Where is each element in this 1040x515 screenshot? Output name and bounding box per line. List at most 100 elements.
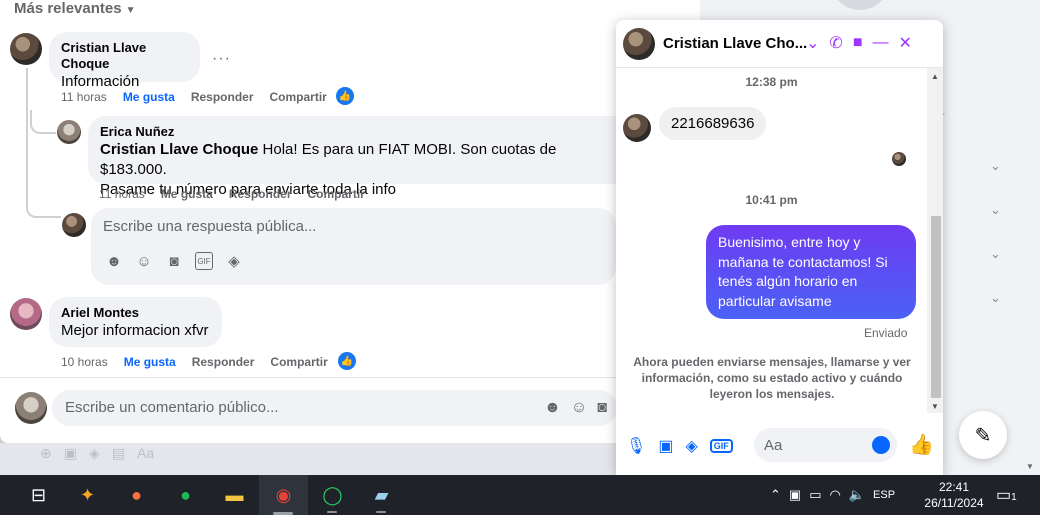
- battery-icon[interactable]: ▭: [809, 487, 821, 503]
- notes-app-icon[interactable]: ▰: [357, 475, 406, 515]
- thread-line: [30, 110, 56, 134]
- file-explorer-icon[interactable]: ▬: [210, 475, 259, 515]
- chevron-down-icon[interactable]: ⌄: [990, 202, 1004, 217]
- plus-icon: ⊕: [40, 445, 52, 461]
- message-timestamp: 10:41 pm: [745, 193, 798, 207]
- new-message-button[interactable]: ✎: [959, 411, 1007, 459]
- reply-reply-button[interactable]: Responder: [229, 187, 292, 201]
- chevron-down-icon[interactable]: ⌄: [990, 246, 1004, 261]
- chat-header: Cristian Llave Cho... ⌄ ✆ ■ — ✕: [616, 20, 943, 68]
- copilot-icon[interactable]: ✦: [63, 475, 112, 515]
- chat-composer: 🎙 ▣ ◈ GIF Aa 👍: [616, 418, 943, 475]
- reply-button[interactable]: Responder: [192, 355, 255, 369]
- reply-share-button[interactable]: Compartir: [308, 187, 365, 201]
- notification-icon: ▭: [996, 487, 1012, 504]
- like-button[interactable]: Me gusta: [123, 90, 175, 104]
- chat-window: Cristian Llave Cho... ⌄ ✆ ■ — ✕ 12:38 pm…: [616, 20, 943, 475]
- incoming-message[interactable]: 2216689636: [659, 107, 767, 140]
- scroll-down-arrow[interactable]: ▼: [1026, 462, 1034, 471]
- spotify-icon[interactable]: ●: [161, 475, 210, 515]
- share-button[interactable]: Compartir: [270, 90, 327, 104]
- gif-icon[interactable]: GIF: [195, 252, 213, 270]
- notification-count: 1: [1011, 492, 1017, 503]
- camera-icon[interactable]: ◙: [165, 252, 183, 270]
- chat-input-placeholder: Aa: [764, 437, 783, 454]
- sticker-icon[interactable]: ◈: [685, 436, 697, 456]
- video-icon[interactable]: ■: [853, 34, 863, 52]
- chat-scrollbar[interactable]: ▲ ▼: [927, 68, 943, 413]
- clock[interactable]: 22:41 26/11/2024: [922, 479, 986, 511]
- comment-author[interactable]: Ariel Montes: [61, 305, 210, 321]
- reply-input[interactable]: Escribe una respuesta pública... ☻ ☺ ◙ G…: [91, 208, 616, 285]
- scroll-down-arrow[interactable]: ▼: [931, 402, 939, 411]
- clock-time: 22:41: [938, 480, 970, 494]
- background-input-placeholder: Aa: [136, 445, 155, 461]
- message-status: Enviado: [864, 326, 908, 340]
- avatar[interactable]: [10, 298, 42, 330]
- divider: [0, 377, 616, 378]
- chevron-up-icon[interactable]: ⌃: [770, 487, 781, 503]
- task-view-icon[interactable]: ⊟: [14, 475, 63, 515]
- reply-like-button[interactable]: Me gusta: [161, 187, 213, 201]
- comment-bubble: Cristian Llave Choque Información: [49, 32, 200, 90]
- reply-mention[interactable]: Cristian Llave Choque: [100, 141, 258, 158]
- like-reaction-icon[interactable]: 👍: [338, 352, 356, 370]
- message-timestamp: 12:38 pm: [745, 75, 798, 89]
- close-icon[interactable]: ✕: [898, 33, 911, 53]
- avatar: [62, 213, 86, 237]
- comment-author[interactable]: Cristian Llave Choque: [61, 40, 188, 72]
- reply-author[interactable]: Erica Nuñez: [100, 124, 606, 140]
- emoji-icon[interactable]: ☺: [135, 252, 153, 270]
- comment-time[interactable]: 11 horas: [61, 90, 107, 104]
- reply-button[interactable]: Responder: [191, 90, 254, 104]
- wifi-icon[interactable]: ◠: [830, 487, 841, 503]
- microphone-icon[interactable]: 🎙: [626, 436, 646, 456]
- sort-label: Más relevantes: [14, 0, 122, 17]
- meet-now-icon[interactable]: ▣: [789, 487, 801, 503]
- thread-line: [26, 68, 61, 218]
- sender-avatar: [623, 114, 651, 142]
- sort-dropdown[interactable]: Más relevantes ▼: [14, 0, 135, 17]
- thumbs-up-icon[interactable]: 👍: [909, 432, 934, 457]
- background-composer: ⊕ ▣ ◈ ▤ Aa: [0, 443, 700, 475]
- scroll-up-arrow[interactable]: ▲: [931, 72, 939, 81]
- like-reaction-icon[interactable]: 👍: [336, 87, 354, 105]
- comment-time[interactable]: 10 horas: [61, 355, 108, 369]
- sticker-icon[interactable]: ◈: [225, 252, 243, 270]
- background-composer-tools: ⊕ ▣ ◈ ▤ Aa: [40, 445, 154, 462]
- phone-icon[interactable]: ✆: [829, 33, 842, 53]
- chat-input[interactable]: Aa: [754, 428, 897, 462]
- image-icon[interactable]: ▣: [658, 436, 673, 456]
- chrome-icon[interactable]: ◉: [259, 475, 308, 515]
- chat-avatar[interactable]: [623, 28, 655, 60]
- reply-time[interactable]: 11 horas: [99, 187, 145, 201]
- share-button[interactable]: Compartir: [270, 355, 327, 369]
- whatsapp-icon[interactable]: ◯: [308, 475, 357, 515]
- avatar[interactable]: [57, 120, 81, 144]
- firefox-icon[interactable]: ●: [112, 475, 161, 515]
- chevron-down-icon[interactable]: ⌄: [990, 290, 1004, 305]
- outgoing-message[interactable]: Buenisimo, entre hoy y mañana te contact…: [706, 225, 916, 319]
- chat-title[interactable]: Cristian Llave Cho...: [663, 35, 807, 52]
- gif-icon[interactable]: GIF: [709, 439, 733, 453]
- notification-center[interactable]: ▭1: [996, 485, 1017, 505]
- chat-notice: Ahora pueden enviarse mensajes, llamarse…: [633, 355, 911, 401]
- scrollbar-thumb[interactable]: [931, 216, 941, 398]
- taskbar: ⊟ ✦ ● ● ▬ ◉ ◯ ▰ ⌃ ▣ ▭ ◠ 🔈 ESP 22:41 26/1…: [0, 475, 1040, 515]
- emoji-icon[interactable]: ☺: [571, 399, 587, 417]
- avatar[interactable]: [10, 33, 42, 65]
- like-button[interactable]: Me gusta: [124, 355, 176, 369]
- emoji-icon[interactable]: [872, 436, 890, 454]
- chevron-down-icon[interactable]: ⌄: [990, 158, 1004, 173]
- comment-input-tools: ☻ ☺ ◙: [544, 399, 607, 417]
- language-indicator[interactable]: ESP: [873, 489, 895, 501]
- minimize-icon[interactable]: —: [872, 34, 888, 52]
- volume-icon[interactable]: 🔈: [849, 487, 865, 503]
- clock-date: 26/11/2024: [924, 496, 984, 510]
- camera-icon[interactable]: ◙: [597, 399, 607, 417]
- avatar-sticker-icon[interactable]: ☻: [105, 252, 123, 270]
- avatar-sticker-icon[interactable]: ☻: [544, 399, 561, 417]
- comment-input[interactable]: Escribe un comentario público... ☻ ☺ ◙: [52, 390, 617, 426]
- more-options-icon[interactable]: ···: [212, 50, 231, 68]
- chevron-down-icon[interactable]: ⌄: [806, 33, 819, 53]
